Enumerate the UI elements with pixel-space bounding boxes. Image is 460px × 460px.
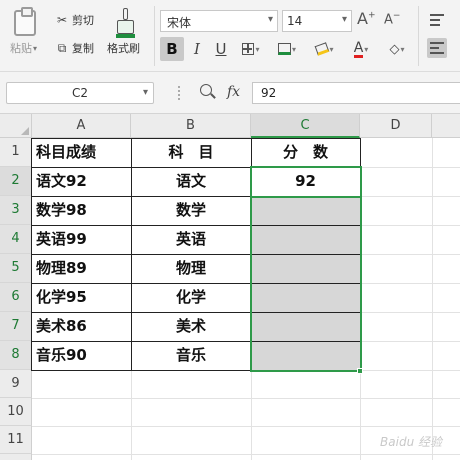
gridline [360,225,460,226]
chevron-down-icon: ▾ [33,43,38,53]
column-header-a[interactable]: A [32,114,131,138]
italic-icon: I [194,40,200,58]
grow-font-icon: A [357,9,368,28]
format-painter-icon[interactable] [116,8,135,38]
paste-label: 粘贴 [10,42,32,55]
font-size-value: 14 [287,14,303,28]
resize-handle[interactable] [178,86,180,100]
row-header-9[interactable]: 9 [0,370,32,398]
fill-color-button[interactable]: ▾ [311,37,339,61]
font-name-value: 宋体 [167,16,192,30]
row-header-7[interactable]: 7 [0,312,32,341]
fill-color-icon [315,42,330,56]
eraser-icon: ◇ [389,41,400,57]
borders-button[interactable]: ▾ [238,37,264,61]
paste-icon[interactable] [14,7,36,36]
clear-format-button[interactable]: ◇ ▾ [383,37,411,61]
copy-label: 复制 [72,42,94,55]
name-box-value: C2 [71,86,88,100]
font-color-icon: A [353,39,364,58]
row-header-3[interactable]: 3 [0,196,32,225]
shrink-font-button[interactable]: A− [384,11,400,27]
italic-button[interactable]: I [186,37,208,61]
cell-style-icon [277,43,291,55]
cell-style-button[interactable]: ▾ [274,37,300,61]
watermark: Baidu 经验 [380,435,442,449]
gridline [360,370,460,371]
row-header-10[interactable]: 10 [0,398,32,426]
copy-button[interactable]: ⧉ 复制 [55,40,94,56]
column-header-b[interactable]: B [131,114,251,138]
chevron-down-icon: ▾ [267,14,273,25]
shrink-font-icon: A [384,12,393,28]
select-all-corner[interactable] [0,114,32,138]
font-color-button[interactable]: A ▾ [347,37,375,61]
toolbar-divider [154,6,155,66]
bold-icon: B [166,40,178,58]
paste-button[interactable]: 粘贴 ▾ [10,40,37,56]
zoom-icon[interactable] [200,84,216,100]
formula-bar: C2 ▾ fx 92 [0,72,460,114]
name-box[interactable]: C2 ▾ [6,82,154,104]
spreadsheet-grid[interactable]: A B C D 1 2 3 4 5 6 7 8 9 10 11 科目成绩 科 目… [0,114,460,460]
row-header-8[interactable]: 8 [0,341,32,370]
gridline [432,138,433,460]
fx-icon[interactable]: fx [227,84,240,100]
chevron-down-icon: ▾ [341,14,347,25]
underline-icon: U [215,40,227,58]
toolbar-divider [418,6,419,66]
active-cell-outline [250,166,362,198]
row-header-12[interactable] [0,454,32,460]
align-top-button[interactable] [427,10,447,30]
borders-icon [242,43,255,55]
gridline [360,196,460,197]
cut-button[interactable]: ✂ 剪切 [55,12,94,28]
chevron-down-icon: ▾ [142,87,148,98]
font-size-select[interactable]: 14 ▾ [282,10,352,32]
column-header-e[interactable] [432,114,460,138]
row-header-4[interactable]: 4 [0,225,32,254]
row-header-2[interactable]: 2 [0,167,32,196]
cut-label: 剪切 [72,14,94,27]
gridline [360,341,460,342]
format-painter-button[interactable]: 格式刷 [107,40,140,56]
copy-icon: ⧉ [57,40,67,55]
column-header-d[interactable]: D [360,114,432,138]
align-left-button[interactable] [427,38,447,58]
row-header-6[interactable]: 6 [0,283,32,312]
gridline [360,283,460,284]
row-header-11[interactable]: 11 [0,426,32,454]
column-header-c[interactable]: C [251,114,360,138]
underline-button[interactable]: U [210,37,232,61]
gridline [32,398,460,399]
gridline [360,254,460,255]
grow-font-button[interactable]: A+ [357,9,376,28]
font-name-select[interactable]: 宋体 ▾ [160,10,278,32]
row-header-5[interactable]: 5 [0,254,32,283]
ribbon-toolbar: 粘贴 ▾ ✂ 剪切 ⧉ 复制 格式刷 宋体 ▾ 14 ▾ A+ A− B I U … [0,0,460,72]
gridline [360,312,460,313]
gridline [360,167,460,168]
row-header-1[interactable]: 1 [0,138,32,167]
fill-handle[interactable] [357,368,363,374]
formula-input[interactable]: 92 [252,82,460,104]
scissors-icon: ✂ [56,13,68,27]
gridline [32,426,460,427]
gridline [32,454,460,455]
bold-button[interactable]: B [160,37,184,61]
format-painter-label: 格式刷 [107,42,140,55]
